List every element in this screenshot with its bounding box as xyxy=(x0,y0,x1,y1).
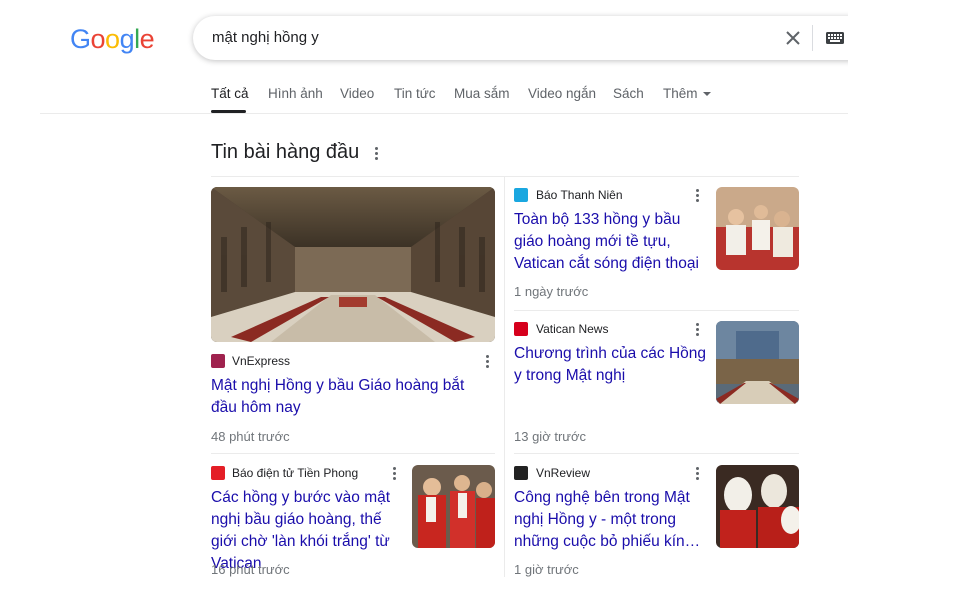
vnreview-favicon xyxy=(514,466,528,480)
story-image xyxy=(716,465,799,548)
tienphong-favicon xyxy=(211,466,225,480)
tab-more[interactable]: Thêm xyxy=(663,86,711,101)
tab-all[interactable]: Tất cả xyxy=(211,86,249,101)
more-vert-icon[interactable] xyxy=(375,147,379,161)
vaticannews-favicon xyxy=(514,322,528,336)
story-source: VnExpress xyxy=(232,354,291,368)
news-card-vnreview[interactable]: VnReview Công nghệ bên trong Mật nghị Hồ… xyxy=(514,465,799,580)
tab-label: Sách xyxy=(613,86,644,101)
keyboard-icon[interactable] xyxy=(825,29,845,47)
search-box[interactable]: mật nghị hồng y xyxy=(193,16,873,60)
logo-letter: e xyxy=(139,24,155,54)
logo-letter: o xyxy=(105,24,120,54)
tab-label: Hình ảnh xyxy=(268,86,323,101)
story-time: 16 phút trước xyxy=(211,562,290,577)
tab-label: Video ngắn xyxy=(528,86,597,101)
tab-label: Tất cả xyxy=(211,86,249,101)
card-divider xyxy=(514,310,799,311)
story-time: 1 giờ trước xyxy=(514,562,579,577)
story-image xyxy=(211,187,495,342)
page-edge xyxy=(848,0,970,600)
story-image xyxy=(716,187,799,270)
tab-label: Mua sắm xyxy=(454,86,510,101)
story-source: VnReview xyxy=(536,466,591,480)
google-logo[interactable]: Google xyxy=(70,24,155,55)
column-divider xyxy=(504,177,505,577)
story-time: 13 giờ trước xyxy=(514,429,586,444)
news-card-vaticannews[interactable]: Vatican News Chương trình của các Hồng y… xyxy=(514,321,799,446)
more-vert-icon[interactable] xyxy=(393,467,397,481)
tab-label: Thêm xyxy=(663,86,698,101)
story-headline[interactable]: Mật nghị Hồng y bầu Giáo hoàng bắt đầu h… xyxy=(211,375,491,419)
logo-letter: g xyxy=(119,24,135,54)
section-divider xyxy=(211,176,799,177)
story-headline[interactable]: Toàn bộ 133 hồng y bầu giáo hoàng mới tề… xyxy=(514,209,706,275)
logo-letter: G xyxy=(70,24,91,54)
more-vert-icon[interactable] xyxy=(696,189,700,203)
tab-shopping[interactable]: Mua sắm xyxy=(454,86,510,101)
tab-videos[interactable]: Video xyxy=(340,86,374,101)
logo-letter: o xyxy=(90,24,106,54)
story-headline[interactable]: Công nghệ bên trong Mật nghị Hồng y - mộ… xyxy=(514,487,706,553)
thanhnien-favicon xyxy=(514,188,528,202)
vnexpress-favicon xyxy=(211,354,225,368)
tab-label: Tin tức xyxy=(394,86,436,101)
story-image xyxy=(412,465,495,548)
story-source: Báo Thanh Niên xyxy=(536,188,623,202)
close-icon[interactable] xyxy=(781,26,805,50)
story-time: 48 phút trước xyxy=(211,429,290,444)
section-title: Tin bài hàng đầu xyxy=(211,141,360,163)
story-time: 1 ngày trước xyxy=(514,284,589,299)
tab-news[interactable]: Tin tức xyxy=(394,86,436,101)
card-divider xyxy=(514,453,799,454)
search-separator xyxy=(812,25,813,51)
more-vert-icon[interactable] xyxy=(696,323,700,337)
header-divider xyxy=(40,113,848,114)
tab-label: Video xyxy=(340,86,375,101)
card-divider xyxy=(211,453,495,454)
story-headline[interactable]: Chương trình của các Hồng y trong Mật ng… xyxy=(514,343,709,387)
tab-books[interactable]: Sách xyxy=(613,86,644,101)
news-card-thanhnien[interactable]: Báo Thanh Niên Toàn bộ 133 hồng y bầu gi… xyxy=(514,187,799,302)
story-image xyxy=(716,321,799,404)
more-vert-icon[interactable] xyxy=(486,355,490,369)
story-source: Báo điện tử Tiền Phong xyxy=(232,466,359,480)
search-input[interactable]: mật nghị hồng y xyxy=(212,29,319,46)
story-source: Vatican News xyxy=(536,322,609,336)
caret-down-icon xyxy=(702,92,711,97)
news-card-vnexpress[interactable]: VnExpress Mật nghị Hồng y bầu Giáo hoàng… xyxy=(211,187,495,447)
tab-short-videos[interactable]: Video ngắn xyxy=(528,86,596,101)
news-card-tienphong[interactable]: Báo điện tử Tiền Phong Các hồng y bước v… xyxy=(211,465,495,580)
tab-images[interactable]: Hình ảnh xyxy=(268,86,323,101)
more-vert-icon[interactable] xyxy=(696,467,700,481)
